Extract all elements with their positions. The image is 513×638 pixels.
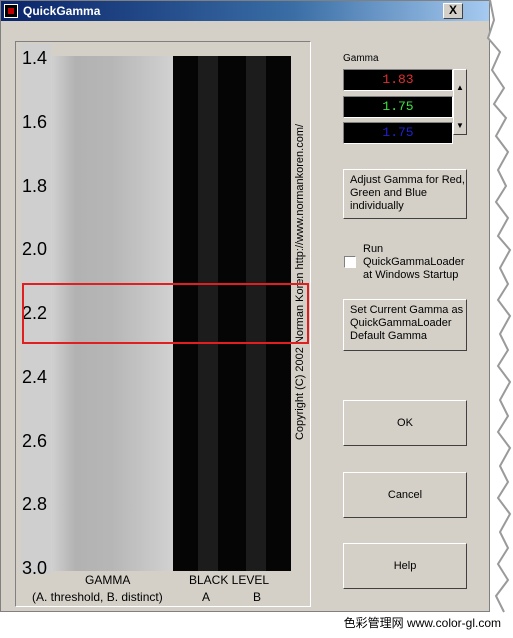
copyright-url-label: Copyright (C) 2002 Norman Koren http://w…: [291, 59, 309, 504]
scale-tick: 2.8: [22, 494, 48, 514]
copyright-url-text: Copyright (C) 2002 Norman Koren http://w…: [294, 123, 306, 440]
set-default-line: QuickGammaLoader: [350, 317, 452, 329]
quickgamma-window: QuickGamma X 1.4 1.6 1.8 2.0 2.2 2.4 2.6…: [0, 0, 490, 612]
torn-edge: [486, 0, 513, 613]
highlight-box: [22, 283, 309, 344]
gamma-spinner[interactable]: ▲ ▼: [453, 69, 467, 135]
black-level-b-label: B: [253, 590, 262, 604]
gamma-group-label: Gamma: [343, 53, 379, 64]
app-icon[interactable]: [4, 4, 18, 18]
footer-watermark: 色彩管理网 www.color-gl.com: [343, 616, 501, 630]
scale-tick: 2.6: [22, 431, 48, 451]
up-arrow-icon[interactable]: ▲: [456, 84, 464, 92]
adjust-rgb-line: Adjust Gamma for Red,: [350, 174, 465, 186]
run-loader-line: Run: [363, 243, 384, 255]
scale-tick: 1.8: [22, 176, 48, 196]
green-gamma-field[interactable]: 1.75: [343, 96, 453, 118]
window-title: QuickGamma: [23, 4, 101, 18]
scale-tick: 3.0: [22, 558, 48, 578]
run-loader-line: at Windows Startup: [363, 269, 459, 281]
adjust-rgb-button[interactable]: Adjust Gamma for Red, Green and Blue ind…: [343, 169, 467, 219]
gamma-axis-sublabel: (A. threshold, B. distinct): [32, 590, 163, 604]
set-default-line: Default Gamma: [350, 330, 428, 342]
scale-tick: 2.4: [22, 367, 48, 387]
run-loader-line: QuickGammaLoader: [363, 256, 465, 268]
scale-tick: 1.4: [22, 48, 48, 68]
run-loader-checkbox[interactable]: [344, 256, 356, 268]
set-default-line: Set Current Gamma as: [350, 304, 464, 316]
run-loader-label[interactable]: Run QuickGammaLoader at Windows Startup: [363, 243, 465, 282]
help-button[interactable]: Help: [343, 543, 467, 589]
ok-button[interactable]: OK: [343, 400, 467, 446]
red-gamma-field[interactable]: 1.83: [343, 69, 453, 91]
cancel-button[interactable]: Cancel: [343, 472, 467, 518]
black-level-a-label: A: [202, 590, 211, 604]
down-arrow-icon[interactable]: ▼: [456, 122, 464, 130]
scale-tick: 2.0: [22, 239, 48, 259]
titlebar[interactable]: QuickGamma X: [1, 1, 489, 21]
blue-gamma-field[interactable]: 1.75: [343, 122, 453, 144]
gamma-axis-label: GAMMA: [85, 573, 131, 587]
black-level-label: BLACK LEVEL: [189, 573, 270, 587]
adjust-rgb-line: individually: [350, 200, 404, 212]
set-default-gamma-button[interactable]: Set Current Gamma as QuickGammaLoader De…: [343, 299, 467, 351]
adjust-rgb-line: Green and Blue: [350, 187, 428, 199]
scale-tick: 1.6: [22, 112, 48, 132]
close-icon[interactable]: X: [443, 3, 463, 19]
